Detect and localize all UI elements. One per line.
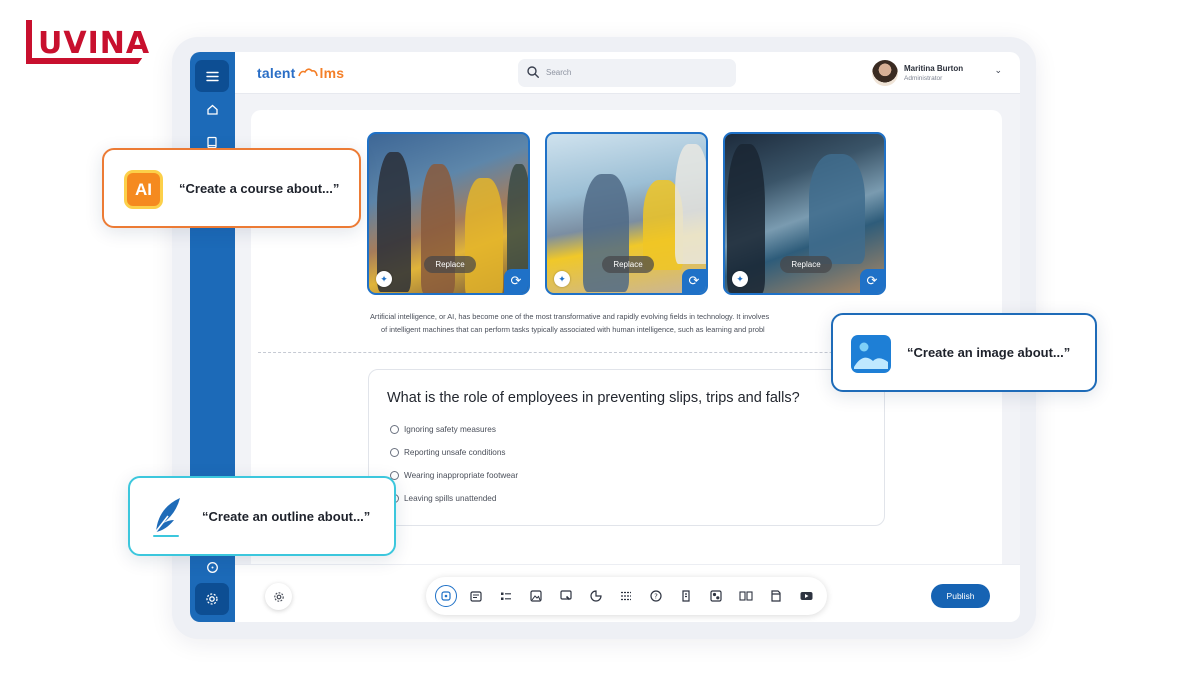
svg-text:?: ?: [654, 593, 658, 601]
lesson-text-line: of intelligent machines that can perform…: [381, 325, 765, 334]
quiz-option[interactable]: Wearing inappropriate footwear: [390, 469, 518, 481]
option-label: Reporting unsafe conditions: [404, 447, 506, 457]
lesson-text[interactable]: Artificial intelligence, or AI, has beco…: [370, 310, 890, 336]
photo-figure: [809, 154, 865, 264]
text-tool-icon[interactable]: [467, 587, 485, 605]
menu-icon[interactable]: [195, 60, 229, 92]
quill-icon: [153, 498, 180, 537]
photo-figure: [465, 178, 503, 293]
option-label: Ignoring safety measures: [404, 424, 496, 434]
list-tool-icon[interactable]: [497, 587, 515, 605]
compare-tool-icon[interactable]: [737, 587, 755, 605]
quiz-question: What is the role of employees in prevent…: [387, 390, 800, 406]
publish-button[interactable]: Publish: [931, 584, 990, 608]
search-icon: [527, 66, 539, 78]
refresh-icon[interactable]: ⟳: [504, 269, 528, 293]
content-tools: ?: [426, 577, 827, 615]
search-bar[interactable]: Search: [518, 59, 736, 87]
create-course-callout: AI “Create a course about...”: [102, 148, 361, 228]
create-image-callout: “Create an image about...”: [831, 313, 1097, 392]
refresh-icon[interactable]: ⟳: [860, 269, 884, 293]
image-card[interactable]: Replace ✦ ⟳: [723, 132, 886, 295]
talentlms-logo[interactable]: talent lms: [257, 65, 344, 81]
callout-text: “Create a course about...”: [179, 181, 340, 196]
ai-icon: AI: [124, 170, 163, 209]
logo-part-lms: lms: [319, 65, 345, 81]
photo-figure: [675, 144, 706, 264]
replace-image-button[interactable]: Replace: [424, 256, 476, 273]
callout-text: “Create an image about...”: [907, 345, 1071, 360]
bottom-toolbar: ? Publish: [235, 564, 1020, 622]
lesson-text-line: Artificial intelligence, or AI, has beco…: [370, 312, 770, 321]
search-placeholder: Search: [546, 68, 572, 77]
photo-figure: [583, 174, 629, 292]
home-icon[interactable]: [195, 93, 229, 125]
document-tool-icon[interactable]: [767, 587, 785, 605]
ai-generate-icon[interactable]: ✦: [554, 271, 570, 287]
screen-tool-icon[interactable]: [557, 587, 575, 605]
chart-tool-icon[interactable]: [587, 587, 605, 605]
quiz-option[interactable]: Reporting unsafe conditions: [390, 446, 506, 458]
page: UVINA talent lms Search Maritina Burton …: [0, 0, 1200, 675]
settings-icon[interactable]: [195, 583, 229, 615]
image-card[interactable]: Replace ✦ ⟳: [367, 132, 530, 295]
cloud-icon: [297, 68, 318, 77]
uvina-logo-text: UVINA: [38, 26, 151, 61]
callout-text: “Create an outline about...”: [202, 509, 371, 524]
create-outline-callout: “Create an outline about...”: [128, 476, 396, 556]
photo-figure: [421, 164, 455, 293]
user-name: Maritina Burton: [904, 64, 964, 73]
ai-tool-icon[interactable]: [435, 585, 457, 607]
quiz-card[interactable]: What is the role of employees in prevent…: [368, 369, 885, 526]
ai-generate-icon[interactable]: ✦: [376, 271, 392, 287]
logo-part-talent: talent: [257, 65, 296, 81]
quiz-option[interactable]: Ignoring safety measures: [390, 423, 496, 435]
image-tool-icon[interactable]: [527, 587, 545, 605]
chevron-down-icon[interactable]: ⌄: [994, 65, 1002, 76]
gear-icon: [273, 591, 284, 602]
option-label: Leaving spills unattended: [404, 493, 497, 503]
media-tool-icon[interactable]: [707, 587, 725, 605]
image-icon: [851, 335, 891, 373]
assignment-tool-icon[interactable]: [677, 587, 695, 605]
image-card[interactable]: Replace ✦ ⟳: [545, 132, 708, 295]
replace-image-button[interactable]: Replace: [780, 256, 832, 273]
question-tool-icon[interactable]: ?: [647, 587, 665, 605]
photo-figure: [727, 144, 765, 293]
refresh-icon[interactable]: ⟳: [682, 269, 706, 293]
replace-image-button[interactable]: Replace: [602, 256, 654, 273]
radio-button[interactable]: [390, 424, 399, 434]
option-label: Wearing inappropriate footwear: [404, 470, 519, 480]
avatar: [872, 60, 898, 86]
unit-settings-button[interactable]: [265, 583, 292, 610]
ai-generate-icon[interactable]: ✦: [732, 271, 748, 287]
radio-button[interactable]: [390, 447, 399, 457]
menu-tool-icon[interactable]: [617, 587, 635, 605]
quiz-option[interactable]: Leaving spills unattended: [390, 492, 496, 504]
user-role: Administrator: [904, 75, 943, 82]
video-tool-icon[interactable]: [797, 587, 815, 605]
top-bar: talent lms Search Maritina Burton Adminis…: [235, 52, 1020, 94]
user-menu[interactable]: Maritina Burton Administrator ⌄: [872, 60, 1002, 88]
